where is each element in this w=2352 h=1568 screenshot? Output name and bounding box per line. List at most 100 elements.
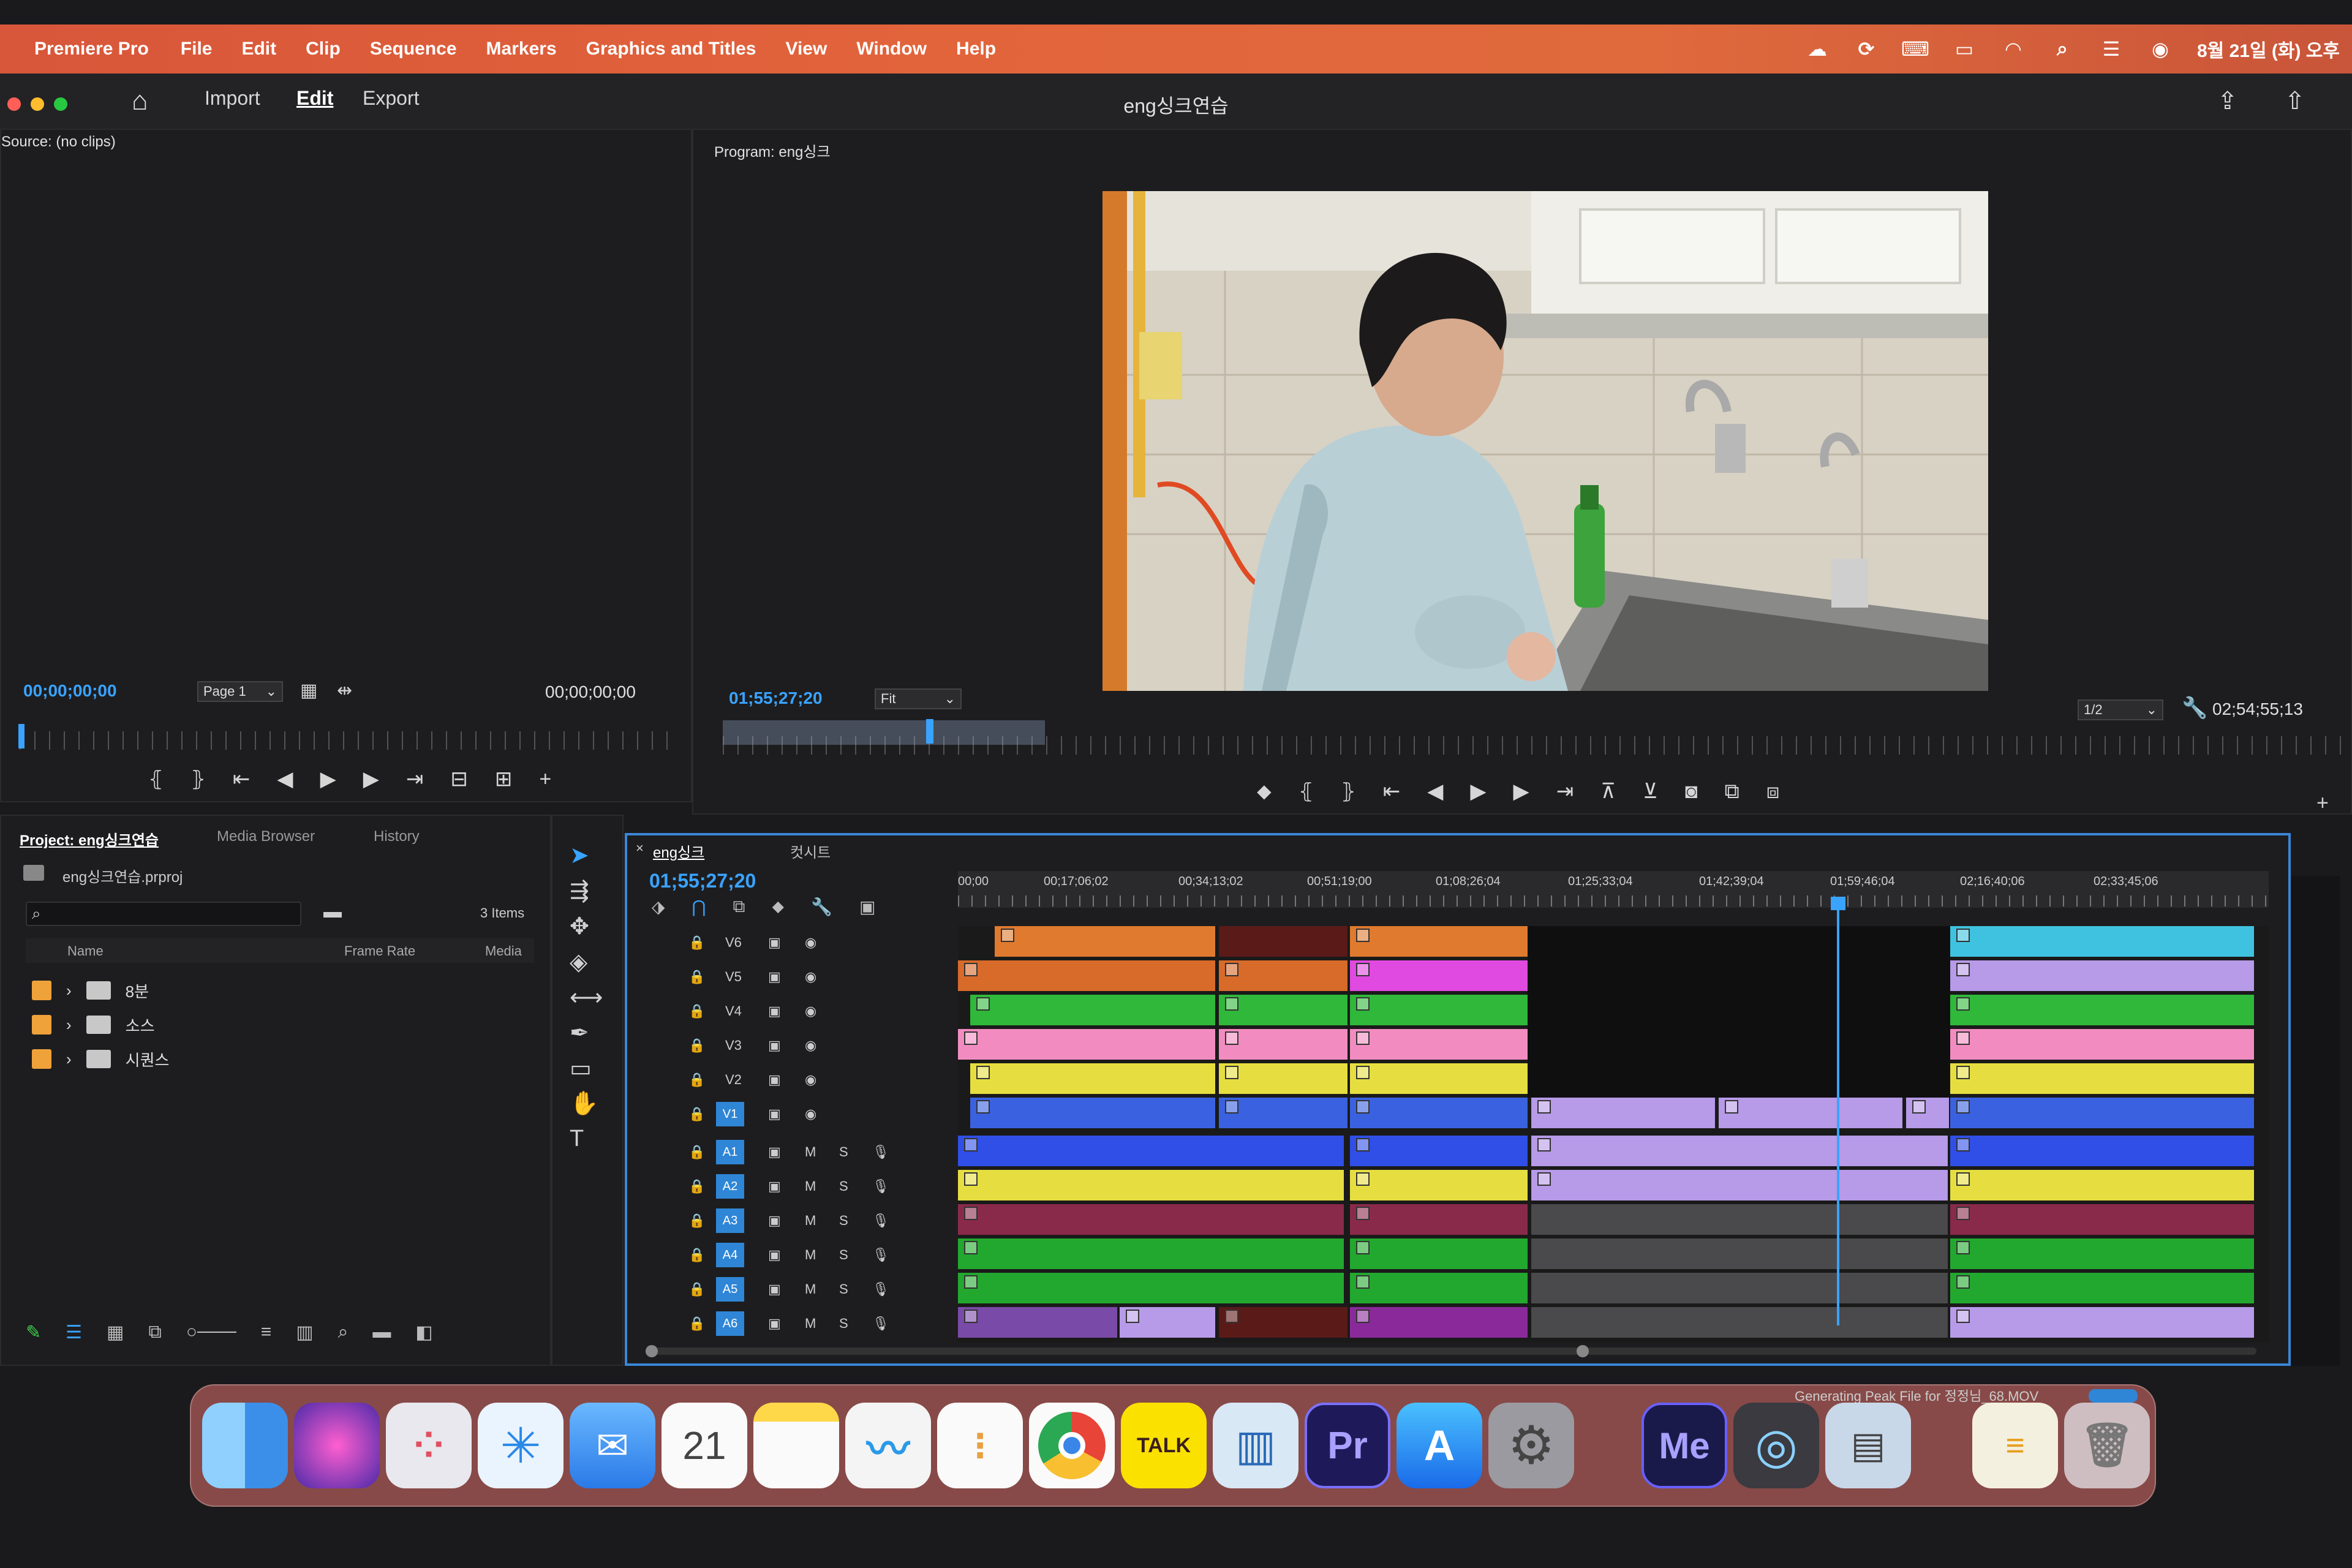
multicam-icon[interactable]: ⧈ xyxy=(1766,780,1780,804)
audio-clip[interactable] xyxy=(1950,1136,2254,1166)
razor-tool-icon[interactable]: ◈ xyxy=(570,948,587,976)
timeline-clip[interactable] xyxy=(1719,1098,1902,1128)
add-marker-icon[interactable]: ⬥ xyxy=(772,897,785,917)
zoom-slider[interactable]: ○─── xyxy=(186,1322,236,1343)
timeline-clip[interactable] xyxy=(1350,926,1528,957)
eye-icon[interactable]: ◉ xyxy=(805,1038,816,1054)
program-playhead[interactable] xyxy=(926,719,933,744)
fit-dropdown[interactable]: Fit ⌄ xyxy=(875,688,962,709)
menu-view[interactable]: View xyxy=(786,39,827,59)
timeline-clip[interactable] xyxy=(1219,1098,1348,1128)
sync-lock-icon[interactable]: ▣ xyxy=(768,1106,781,1122)
solo-button[interactable]: S xyxy=(839,1178,848,1194)
new-item-icon[interactable]: ◧ xyxy=(415,1322,432,1343)
wifi-icon[interactable]: ◠ xyxy=(2001,37,2026,61)
freeform-icon[interactable]: 〰 xyxy=(845,1403,931,1488)
step-back-icon[interactable]: ◀ xyxy=(1427,779,1443,804)
track-target-a6[interactable]: A6 xyxy=(716,1311,744,1336)
mark-out-icon[interactable]: ⦄ xyxy=(190,767,206,791)
linked-selection-icon[interactable]: ⧉ xyxy=(733,897,745,917)
pencil-icon[interactable]: ✎ xyxy=(26,1322,41,1343)
go-to-in-icon[interactable]: ⇤ xyxy=(1383,779,1401,804)
track-header-a4[interactable]: 🔒 A4 ▣ M S 🎙 xyxy=(627,1238,952,1272)
lift-icon[interactable]: ⊼ xyxy=(1600,779,1616,804)
siri-app-icon[interactable] xyxy=(294,1403,380,1488)
sync-lock-icon[interactable]: ▣ xyxy=(768,1038,781,1054)
source-title[interactable]: Source: (no clips) xyxy=(1,134,116,151)
menu-graphics-titles[interactable]: Graphics and Titles xyxy=(586,39,756,59)
safari-icon[interactable]: ✳ xyxy=(478,1403,564,1488)
timeline-clip[interactable] xyxy=(1350,1063,1528,1094)
mute-button[interactable]: M xyxy=(805,1281,816,1297)
track-select-tool-icon[interactable]: ⇶ xyxy=(570,877,589,905)
track-header-v1[interactable]: 🔒 V1 ▣ ◉ xyxy=(627,1098,952,1131)
menu-clip[interactable]: Clip xyxy=(306,39,341,59)
source-playhead[interactable] xyxy=(18,724,24,748)
timeline-clip[interactable] xyxy=(1950,960,2254,991)
sequence-tab[interactable]: eng싱크 xyxy=(653,840,704,862)
timeline-clip[interactable] xyxy=(1350,995,1528,1025)
track-header-a6[interactable]: 🔒 A6 ▣ M S 🎙 xyxy=(627,1307,952,1340)
sync-lock-icon[interactable]: ▣ xyxy=(768,1213,781,1229)
audio-clip[interactable] xyxy=(1350,1136,1528,1166)
fit-icon[interactable]: ⇹ xyxy=(337,680,352,701)
captions-icon[interactable]: ▣ xyxy=(859,897,875,917)
menu-sequence[interactable]: Sequence xyxy=(370,39,457,59)
hand-tool-icon[interactable]: ✋ xyxy=(570,1090,598,1117)
selection-tool-icon[interactable]: ➤ xyxy=(570,842,589,869)
track-target-a5[interactable]: A5 xyxy=(716,1277,744,1302)
sync-lock-icon[interactable]: ▣ xyxy=(768,1003,781,1019)
column-media[interactable]: Media xyxy=(485,943,522,959)
lock-icon[interactable]: 🔒 xyxy=(688,1038,705,1054)
audio-clip[interactable] xyxy=(1531,1307,1948,1338)
audio-clip[interactable] xyxy=(1350,1170,1528,1200)
search-icon[interactable]: ⌕ xyxy=(2050,37,2075,61)
lock-icon[interactable]: 🔒 xyxy=(688,1213,705,1229)
battery-icon[interactable]: ▭ xyxy=(1952,37,1977,61)
source-time-ruler[interactable] xyxy=(20,731,675,750)
lock-icon[interactable]: 🔒 xyxy=(688,1072,705,1088)
audio-clip[interactable] xyxy=(958,1204,1344,1235)
audio-clip[interactable] xyxy=(1531,1273,1948,1303)
timeline-ruler[interactable]: 00;00 00;17;06;02 00;34;13;02 00;51;19;0… xyxy=(958,871,2269,908)
audio-clip[interactable] xyxy=(958,1307,1117,1338)
lock-icon[interactable]: 🔒 xyxy=(688,969,705,985)
marker-icon[interactable]: ⬥ xyxy=(1257,780,1272,804)
mute-button[interactable]: M xyxy=(805,1144,816,1160)
mark-out-icon[interactable]: ⦄ xyxy=(1341,779,1356,804)
ripple-edit-tool-icon[interactable]: ✥ xyxy=(570,913,589,940)
eye-icon[interactable]: ◉ xyxy=(805,969,816,985)
timeline-clip[interactable] xyxy=(1219,1063,1348,1094)
column-name[interactable]: Name xyxy=(67,943,104,959)
type-tool-icon[interactable]: T xyxy=(570,1126,584,1152)
go-to-in-icon[interactable]: ⇤ xyxy=(233,767,251,791)
audio-clip[interactable] xyxy=(1950,1170,2254,1200)
track-target-a4[interactable]: A4 xyxy=(716,1243,744,1267)
timeline-clip[interactable] xyxy=(1350,1029,1528,1060)
icon-view-icon[interactable]: ▦ xyxy=(107,1322,124,1343)
add-button-icon[interactable]: + xyxy=(2316,791,2329,815)
track-target-v1[interactable]: V1 xyxy=(716,1102,744,1126)
go-to-out-icon[interactable]: ⇥ xyxy=(406,767,424,791)
solo-button[interactable]: S xyxy=(839,1281,848,1297)
timeline-clip[interactable] xyxy=(1950,995,2254,1025)
trash-icon[interactable]: 🗑 xyxy=(2064,1403,2150,1488)
track-header-a5[interactable]: 🔒 A5 ▣ M S 🎙 xyxy=(627,1273,952,1306)
menu-markers[interactable]: Markers xyxy=(486,39,557,59)
audio-clip[interactable] xyxy=(1950,1204,2254,1235)
lock-icon[interactable]: 🔒 xyxy=(688,1106,705,1122)
step-forward-icon[interactable]: ▶ xyxy=(1513,779,1529,804)
voice-over-icon[interactable]: 🎙 xyxy=(872,1213,889,1229)
menu-edit[interactable]: Edit xyxy=(241,39,276,59)
folder-row[interactable]: › 8분 xyxy=(32,976,149,1005)
reminders-icon[interactable]: ⋮ xyxy=(937,1403,1023,1488)
page-dropdown[interactable]: Page 1 ⌄ xyxy=(197,681,283,702)
lock-icon[interactable]: 🔒 xyxy=(688,1178,705,1194)
lock-icon[interactable]: 🔒 xyxy=(688,1247,705,1263)
quick-export-icon[interactable]: ⇪ xyxy=(2217,87,2238,115)
timeline-settings-icon[interactable]: 🔧 xyxy=(811,897,832,917)
freeform-view-icon[interactable]: ⧉ xyxy=(148,1322,161,1343)
track-header-v5[interactable]: 🔒 V5 ▣ ◉ xyxy=(627,960,952,993)
settings-icon[interactable]: ▦ xyxy=(300,680,317,701)
sync-icon[interactable]: ⟳ xyxy=(1854,37,1879,61)
